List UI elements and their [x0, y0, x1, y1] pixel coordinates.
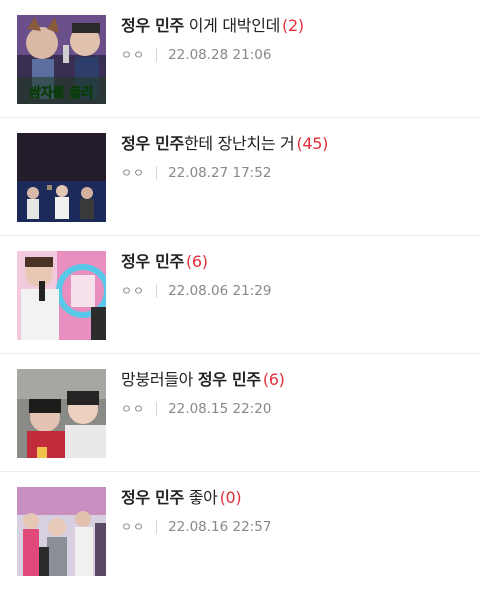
- thumbnail-image: [17, 487, 106, 576]
- comment-count: (2): [282, 16, 304, 35]
- post-meta: ㅇㅇ 22.08.28 21:06: [121, 46, 271, 63]
- title-suffix: 좋아: [183, 488, 218, 507]
- post-meta: ㅇㅇ 22.08.15 22:20: [121, 400, 271, 417]
- comment-count: (6): [262, 370, 285, 389]
- post-thumbnail[interactable]: [17, 251, 106, 340]
- author-name: ㅇㅇ: [121, 284, 146, 298]
- comment-count: (45): [296, 134, 329, 153]
- post-item[interactable]: 정우 민주 좋아 (0) ㅇㅇ 22.08.16 22:57: [0, 472, 480, 590]
- post-item[interactable]: 정우 민주한테 장난치는 거 (45) ㅇㅇ 22.08.27 17:52: [0, 118, 480, 236]
- post-meta: ㅇㅇ 22.08.16 22:57: [121, 518, 271, 535]
- title-keyword: 정우 민주: [121, 134, 184, 153]
- author-name: ㅇㅇ: [121, 48, 146, 62]
- thumbnail-caption: 쌈자를 돌리: [29, 85, 93, 101]
- title-keyword: 정우 민주: [197, 370, 261, 389]
- post-thumbnail[interactable]: [17, 369, 106, 458]
- post-item[interactable]: 쌈자를 돌리 정우 민주 이게 대박인데 (2) ㅇㅇ 22.08.28 21:0…: [0, 0, 480, 118]
- thumbnail-image: [17, 133, 106, 222]
- comment-count: (6): [185, 252, 208, 271]
- comment-count: (0): [219, 488, 242, 507]
- author-name: ㅇㅇ: [121, 166, 146, 180]
- post-date: 22.08.27 17:52: [168, 164, 272, 181]
- thumbnail-image: 쌈자를 돌리: [17, 15, 106, 104]
- post-date: 22.08.15 22:20: [168, 400, 272, 417]
- author-name: ㅇㅇ: [121, 402, 146, 416]
- post-thumbnail[interactable]: [17, 487, 106, 576]
- title-suffix: 이게 대박인데: [183, 16, 281, 35]
- post-meta: ㅇㅇ 22.08.27 17:52: [121, 164, 271, 181]
- title-keyword: 정우 민주: [121, 252, 184, 271]
- post-item[interactable]: 정우 민주 (6) ㅇㅇ 22.08.06 21:29: [0, 236, 480, 354]
- meta-divider: [156, 283, 158, 298]
- author-name: ㅇㅇ: [121, 520, 146, 534]
- title-prefix: 망붕러들아: [121, 370, 198, 389]
- post-thumbnail[interactable]: 쌈자를 돌리: [17, 15, 106, 104]
- post-date: 22.08.16 22:57: [168, 518, 272, 535]
- meta-divider: [156, 519, 158, 534]
- meta-divider: [156, 47, 158, 62]
- post-list: 쌈자를 돌리 정우 민주 이게 대박인데 (2) ㅇㅇ 22.08.28 21:0…: [0, 0, 480, 590]
- post-thumbnail[interactable]: [17, 133, 106, 222]
- title-suffix: 한테 장난치는 거: [183, 134, 295, 153]
- post-date: 22.08.06 21:29: [168, 282, 272, 299]
- thumbnail-image: [17, 369, 106, 458]
- title-keyword: 정우 민주: [121, 488, 184, 507]
- post-title[interactable]: 정우 민주 좋아 (0): [121, 486, 470, 510]
- post-title[interactable]: 정우 민주한테 장난치는 거 (45): [121, 132, 470, 156]
- post-title[interactable]: 망붕러들아 정우 민주 (6): [121, 368, 470, 392]
- post-title[interactable]: 정우 민주 이게 대박인데 (2): [121, 14, 470, 38]
- meta-divider: [156, 165, 158, 180]
- post-date: 22.08.28 21:06: [168, 46, 272, 63]
- thumbnail-image: [17, 251, 106, 340]
- post-meta: ㅇㅇ 22.08.06 21:29: [121, 282, 271, 299]
- post-item[interactable]: 망붕러들아 정우 민주 (6) ㅇㅇ 22.08.15 22:20: [0, 354, 480, 472]
- post-title[interactable]: 정우 민주 (6): [121, 250, 470, 274]
- title-keyword: 정우 민주: [121, 16, 184, 35]
- meta-divider: [156, 401, 158, 416]
